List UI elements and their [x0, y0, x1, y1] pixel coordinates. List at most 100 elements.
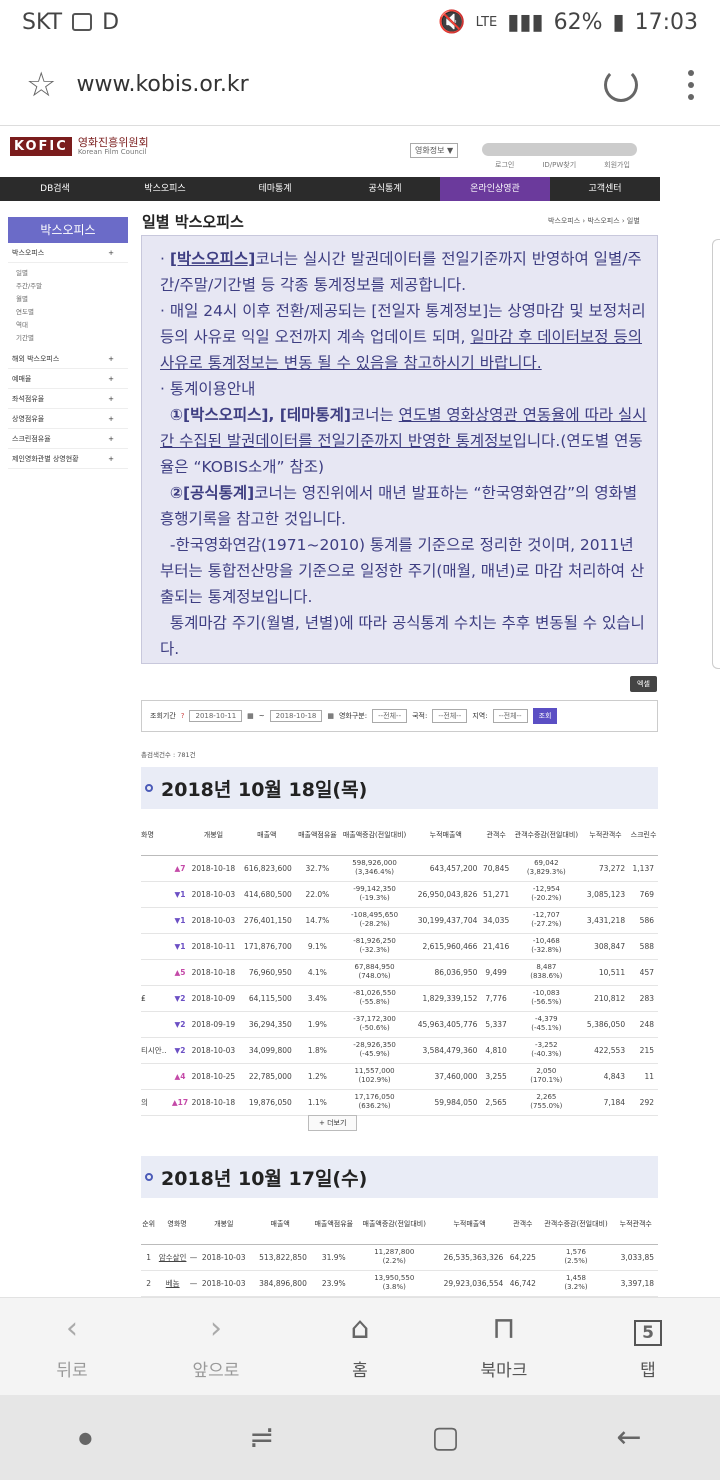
bullet-icon	[145, 1173, 153, 1181]
gnb-official-stats[interactable]: 공식통계	[330, 177, 440, 201]
sales-change-cell-value: 17,176,050	[354, 1093, 395, 1101]
movie-name-cell[interactable]: 베놈	[156, 1270, 189, 1297]
table-row[interactable]: ₤ ▼2 2018-10-09 64,115,500 3.4% -81,026,550 (-…	[141, 985, 658, 1012]
audience-cell: 4,810	[481, 1037, 511, 1064]
type-select[interactable]: --전체--	[372, 709, 408, 723]
mute-icon: 🔇	[438, 9, 466, 35]
table-row[interactable]: 의 ▲17 2018-10-18 19,876,050 1.1% 17,176,050 (6…	[141, 1089, 658, 1116]
rank-change-value: 17	[177, 1097, 189, 1107]
notice-line-1: · [박스오피스]코너는 실시간 발권데이터를 전일기준까지 반영하여 일별/주…	[160, 250, 642, 294]
lnb-sub-weekly[interactable]: 주간/주말	[8, 280, 128, 293]
lnb-item-box-office[interactable]: 박스오피스 +	[8, 243, 128, 263]
sales-change-cell-value: -28,926,350	[353, 1041, 396, 1049]
audience-cell: 9,499	[481, 959, 511, 986]
audience-change-cell-value: -12,707	[532, 911, 560, 919]
search-button[interactable]: 조회	[532, 708, 558, 724]
sales-change-cell: 598,926,000 (3,346.4%)	[339, 855, 411, 882]
dot-icon[interactable]: ●	[78, 1428, 92, 1447]
date-from-input[interactable]: 2018-10-11	[189, 710, 243, 722]
back-button[interactable]: ‹ 뒤로	[0, 1298, 144, 1395]
audience-change-cell-value: 1,458	[565, 1274, 586, 1282]
table-row[interactable]: ▼1 2018-10-11 171,876,700 9.1% -81,926,250 (-…	[141, 933, 658, 960]
acc-sales-cell: 37,460,000	[410, 1063, 482, 1090]
movie-name-cell[interactable]: 암수살인	[156, 1244, 189, 1271]
date-to-input[interactable]: 2018-10-18	[269, 710, 323, 722]
rank-cell: 2	[141, 1270, 157, 1297]
calendar-icon[interactable]: ▦	[247, 712, 254, 720]
table-row[interactable]: ▼1 2018-10-03 276,401,150 14.7% -108,495,650…	[141, 907, 658, 934]
tabs-button[interactable]: 5탭	[576, 1298, 720, 1395]
lnb-item-screen-share[interactable]: 스크린점유율 +	[8, 429, 128, 449]
sales-change-cell: -81,026,550 (-55.8%)	[339, 985, 411, 1012]
notification-letter: D	[102, 9, 120, 35]
col-header: 누적매출액	[410, 815, 482, 856]
home-button[interactable]: ⌂ 홈	[288, 1298, 432, 1395]
share-cell: 1.8%	[295, 1037, 340, 1064]
lnb-sub-alltime[interactable]: 역대	[8, 319, 128, 332]
table-row[interactable]: 2 베놈 —2018-10-03 384,896,800 23.9% 13,950,550…	[141, 1270, 658, 1297]
find-id-link[interactable]: ID/PW찾기	[542, 160, 576, 170]
audience-change-cell-rate: (3,829.3%)	[526, 868, 566, 876]
table-row[interactable]: ▼1 2018-10-03 414,680,500 22.0% -99,142,350(…	[141, 881, 658, 908]
nation-select[interactable]: --전체--	[432, 709, 468, 723]
recents-icon[interactable]: ≓	[249, 1420, 274, 1455]
header-select[interactable]: 영화정보 ▼	[410, 143, 459, 158]
lnb-sub-period[interactable]: 기간별	[8, 332, 128, 345]
more-button[interactable]: + 더보기	[308, 1115, 358, 1131]
table-row[interactable]: ▲5 2018-10-18 76,960,950 4.1% 67,884,950 (748…	[141, 959, 658, 986]
table-row[interactable]: 티시안.. ▼2 2018-10-03 34,099,800 1.8% -28,926,3…	[141, 1037, 658, 1064]
excel-button[interactable]: 엑셀	[630, 676, 657, 692]
sales-change-cell-rate: (3.8%)	[382, 1283, 406, 1291]
lnb-item-reservation[interactable]: 예매율 +	[8, 369, 128, 389]
plus-icon: +	[108, 415, 114, 423]
audience-cell: 70,845	[481, 855, 511, 882]
forward-button[interactable]: › 앞으로	[144, 1298, 288, 1395]
side-scroll-handle[interactable]	[712, 239, 720, 669]
sales-change-cell-value: -81,926,250	[353, 937, 396, 945]
gnb-db-search[interactable]: DB검색	[0, 177, 110, 201]
audience-change-cell-rate: (-45.1%)	[531, 1024, 562, 1032]
lnb-sub-monthly[interactable]: 월별	[8, 293, 128, 306]
table-row[interactable]: ▼2 2018-09-19 36,294,350 1.9% -37,172,300 (-5…	[141, 1011, 658, 1038]
gnb-theme-stats[interactable]: 테마통계	[220, 177, 330, 201]
bookmarks-button[interactable]: ⊓ 북마크	[432, 1298, 576, 1395]
sales-change-cell: 67,884,950 (748.0%)	[339, 959, 411, 986]
sales-change-cell-rate: (102.9%)	[358, 1076, 391, 1084]
url-field[interactable]: www.kobis.or.kr	[76, 72, 248, 97]
bookmark-star-icon[interactable]: ☆	[26, 65, 56, 105]
calendar-help-icon[interactable]: ?	[181, 712, 185, 720]
lnb-item-theater-status[interactable]: 제인영화관별 상영현황 +	[8, 449, 128, 469]
home-square-icon[interactable]: ▢	[431, 1420, 459, 1455]
rank-change-cell: ▼1	[171, 907, 189, 934]
table-row[interactable]: ▲7 2018-10-18 616,823,600 32.7% 598,926,000(…	[141, 855, 658, 882]
sales-cell: 384,896,800	[249, 1270, 311, 1297]
acc-sales-cell: 59,984,050	[410, 1089, 482, 1116]
gnb-box-office[interactable]: 박스오피스	[110, 177, 220, 201]
lnb-item-seat-share[interactable]: 좌석점유율 +	[8, 389, 128, 409]
breadcrumb: 박스오피스 › 박스오피스 › 일별	[548, 217, 640, 225]
gnb-customer-center[interactable]: 고객센터	[550, 177, 660, 201]
lnb-sub-daily[interactable]: 일별	[8, 267, 128, 280]
more-menu-icon[interactable]	[688, 69, 694, 100]
screens-cell: 292	[629, 1089, 658, 1116]
table-row[interactable]: 1 암수살인 —2018-10-03 513,822,850 31.9% 11,287,8…	[141, 1244, 658, 1271]
sales-change-cell-value: -81,026,550	[353, 989, 396, 997]
table-row[interactable]: ▲4 2018-10-25 22,785,000 1.2% 11,557,000 (102…	[141, 1063, 658, 1090]
gnb-online-theater[interactable]: 온라인상영관	[440, 177, 550, 201]
sales-change-cell-rate: (748.0%)	[358, 972, 391, 980]
kofic-logo[interactable]: KOFIC 영화진흥위원회 Korean Film Council	[10, 136, 149, 157]
lnb-item-showing-share[interactable]: 상영점유율 +	[8, 409, 128, 429]
header-search-input[interactable]	[482, 143, 637, 156]
region-select[interactable]: --전체--	[492, 709, 528, 723]
lnb-sub-yearly[interactable]: 연도별	[8, 306, 128, 319]
join-link[interactable]: 회원가입	[604, 160, 630, 170]
lnb-item-overseas[interactable]: 해외 박스오피스 +	[8, 349, 128, 369]
logo-en: Korean Film Council	[77, 148, 147, 157]
back-arrow-icon[interactable]: ←	[616, 1420, 641, 1455]
result-count: 총검색건수 : 781건	[141, 751, 196, 759]
open-date-cell: 2018-10-25	[189, 1063, 238, 1090]
left-nav: 박스오피스 박스오피스 + 일별 주간/주말 월별 연도별 역대 기간별 해외 박…	[8, 217, 128, 469]
calendar-icon[interactable]: ▦	[327, 712, 334, 720]
reload-icon[interactable]	[604, 67, 638, 102]
login-link[interactable]: 로그인	[495, 160, 514, 170]
